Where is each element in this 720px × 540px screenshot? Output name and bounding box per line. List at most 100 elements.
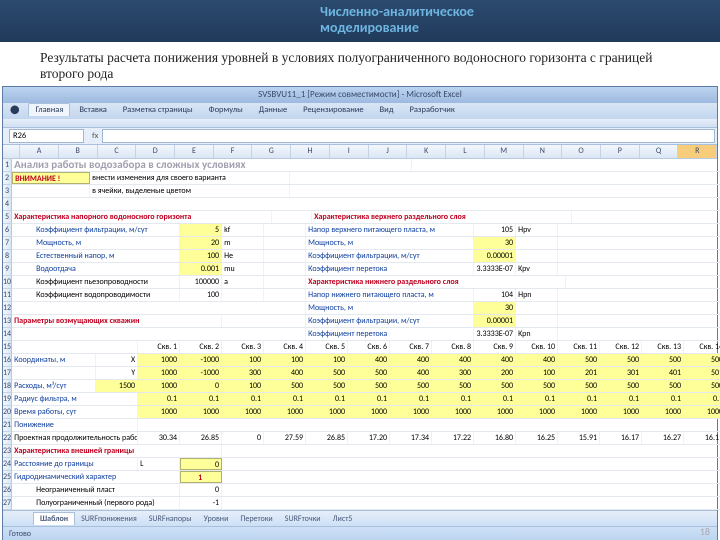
- spreadsheet-grid[interactable]: 1234567891011121314151617181920212223242…: [3, 159, 717, 510]
- p2-0: Напор верхнего питающего пласта, м: [306, 224, 474, 236]
- col-B[interactable]: B: [59, 145, 98, 158]
- v2-0: 105: [474, 224, 516, 236]
- p1-2: Естественный напор, м: [12, 250, 180, 262]
- p3-0: Напор нижнего питающего пласта, м: [306, 289, 474, 301]
- u1-3: mu: [222, 263, 264, 275]
- sheet-tab-3[interactable]: Уровни: [198, 513, 235, 525]
- u1-2: He: [222, 250, 264, 262]
- column-headers: A B C D E F G H I J K L M N O P Q R: [3, 145, 717, 159]
- slide-title-band: Численно-аналитическоемоделирование: [0, 0, 720, 42]
- section5-title: Характеристика внешней границы: [12, 445, 222, 457]
- tab-formulas[interactable]: Формулы: [202, 103, 250, 117]
- office-button[interactable]: ⬤: [3, 103, 27, 117]
- tab-data[interactable]: Данные: [252, 103, 295, 117]
- tab-layout[interactable]: Разметка страницы: [116, 103, 200, 117]
- col-E[interactable]: E: [175, 145, 214, 158]
- tab-view[interactable]: Вид: [373, 103, 401, 117]
- v3-1[interactable]: 30: [474, 302, 516, 314]
- fx-icon[interactable]: fx: [92, 131, 98, 141]
- p3-3: Коэффициент перетока: [306, 328, 474, 340]
- status-bar: Готово: [3, 526, 717, 540]
- well-header-row: Скв. 1Скв. 2Скв. 3Скв. 4Скв. 5Скв. 6Скв.…: [12, 341, 720, 354]
- bound-0: Расстояние до границы: [12, 458, 138, 470]
- col-H[interactable]: H: [291, 145, 330, 158]
- row-headers: 1234567891011121314151617181920212223242…: [3, 159, 12, 510]
- p2-1: Мощность, м: [306, 237, 474, 249]
- bound-1: Гидродинамический характер: [12, 471, 180, 483]
- v1-0[interactable]: 5: [180, 224, 222, 236]
- col-O[interactable]: O: [562, 145, 601, 158]
- v3-3: 3.3333E-07: [474, 328, 516, 340]
- v1-4: 100000: [180, 276, 222, 288]
- u3-1: [516, 302, 558, 314]
- ribbon-body: [3, 119, 717, 128]
- attention-label: ВНИМАНИЕ !: [12, 172, 90, 184]
- sheet-tabs: Шаблон SURFпонижения SURFнапоры Уровни П…: [3, 510, 717, 526]
- col-P[interactable]: P: [601, 145, 640, 158]
- p1-4: Коэффициент пьезопроводности: [12, 276, 180, 288]
- p2-2: Коэффициент фильтрации, м/сут: [306, 250, 474, 262]
- wr6: Проектная продолжительность работы: [12, 432, 138, 444]
- sheet-title: Анализ работы водозабора в сложных услов…: [12, 159, 412, 171]
- col-C[interactable]: C: [98, 145, 137, 158]
- col-K[interactable]: K: [407, 145, 446, 158]
- col-Q[interactable]: Q: [640, 145, 679, 158]
- wr0: Координаты, м: [12, 354, 96, 366]
- u2-1: [516, 237, 558, 249]
- u1-0: kf: [222, 224, 264, 236]
- cell-area[interactable]: Анализ работы водозабора в сложных услов…: [12, 159, 720, 510]
- col-R[interactable]: R: [678, 145, 717, 158]
- tab-insert[interactable]: Вставка: [72, 103, 114, 117]
- v1-5: 100: [180, 289, 222, 301]
- bound-1-val[interactable]: 1: [180, 471, 222, 483]
- wr3: Радиус фильтра, м: [12, 393, 138, 405]
- section4-title: Параметры возмущающих скважин: [12, 315, 222, 327]
- formula-bar[interactable]: [102, 129, 715, 143]
- bound-2-val: 0: [180, 484, 222, 496]
- attention-text2: в ячейки, выделеные цветом: [90, 185, 290, 197]
- col-M[interactable]: M: [485, 145, 524, 158]
- window-title: SVSBVU11_1 [Режим совместимости] - Micro…: [3, 87, 717, 103]
- wr2: Расходы, м³/сут: [12, 380, 96, 392]
- p3-2: Коэффициент фильтрации, м/сут: [306, 315, 474, 327]
- col-L[interactable]: L: [446, 145, 485, 158]
- tab-home[interactable]: Главная: [28, 103, 70, 116]
- col-D[interactable]: D: [136, 145, 175, 158]
- sheet-tab-active[interactable]: Шаблон: [33, 512, 75, 525]
- sheet-tab-4[interactable]: Перетоки: [234, 513, 278, 525]
- u3-3: Kpn: [516, 328, 558, 340]
- bound-0-val[interactable]: 0: [180, 458, 222, 470]
- col-A[interactable]: A: [20, 145, 59, 158]
- bound-2: Неограниченный пласт: [12, 484, 180, 496]
- attention-text1: внести изменения для своего варианта: [90, 172, 290, 184]
- v3-2[interactable]: 0.00001: [474, 315, 516, 327]
- wr4: Время работы, сут: [12, 406, 138, 418]
- select-all[interactable]: [3, 145, 20, 158]
- v1-1[interactable]: 20: [180, 237, 222, 249]
- u1-1: m: [222, 237, 264, 249]
- v2-1[interactable]: 30: [474, 237, 516, 249]
- tab-dev[interactable]: Разработчик: [402, 103, 461, 117]
- bound-3: Полуограниченный (первого рода): [12, 497, 180, 509]
- col-J[interactable]: J: [369, 145, 408, 158]
- p1-3: Водоотдача: [12, 263, 180, 275]
- sheet-tab-1[interactable]: SURFпонижения: [75, 513, 143, 525]
- col-F[interactable]: F: [214, 145, 253, 158]
- sheet-tab-6[interactable]: Лист5: [327, 513, 359, 525]
- v3-0: 104: [474, 289, 516, 301]
- col-G[interactable]: G: [252, 145, 291, 158]
- section2-title: Характеристика верхнего раздельного слоя: [312, 211, 572, 223]
- sheet-tab-2[interactable]: SURFнапоры: [143, 513, 198, 525]
- v2-3: 3.3333E-07: [474, 263, 516, 275]
- col-I[interactable]: I: [330, 145, 369, 158]
- u1-4: a: [222, 276, 264, 288]
- tab-review[interactable]: Рецензирование: [296, 103, 370, 117]
- col-N[interactable]: N: [524, 145, 563, 158]
- name-box[interactable]: R26: [9, 129, 84, 143]
- v1-3[interactable]: 0.001: [180, 263, 222, 275]
- u2-3: Kpv: [516, 263, 558, 275]
- sheet-tab-5[interactable]: SURFточки: [279, 513, 327, 525]
- u3-2: [516, 315, 558, 327]
- v2-2[interactable]: 0.00001: [474, 250, 516, 262]
- v1-2[interactable]: 100: [180, 250, 222, 262]
